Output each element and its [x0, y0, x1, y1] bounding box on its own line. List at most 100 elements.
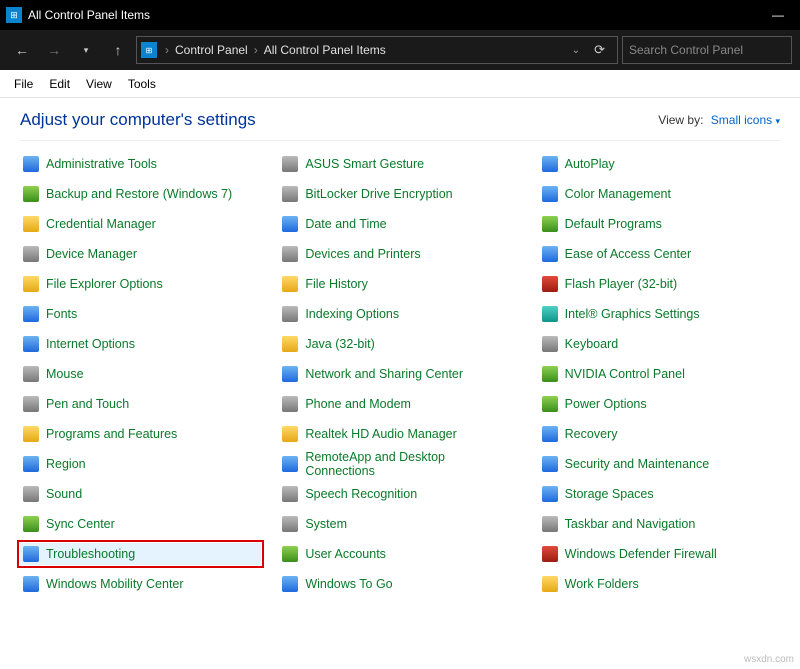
control-panel-item[interactable]: Windows Mobility Center — [20, 573, 261, 595]
control-panel-item[interactable]: Network and Sharing Center — [279, 363, 520, 385]
view-by-dropdown[interactable]: Small icons ▾ — [707, 113, 780, 127]
item-icon — [282, 486, 298, 502]
item-label: BitLocker Drive Encryption — [305, 187, 452, 201]
item-icon — [23, 456, 39, 472]
item-label: System — [305, 517, 347, 531]
item-label: Flash Player (32-bit) — [565, 277, 678, 291]
control-panel-item[interactable]: Speech Recognition — [279, 483, 520, 505]
control-panel-item[interactable]: Default Programs — [539, 213, 780, 235]
control-panel-item[interactable]: Recovery — [539, 423, 780, 445]
control-panel-item[interactable]: Date and Time — [279, 213, 520, 235]
control-panel-item[interactable]: Phone and Modem — [279, 393, 520, 415]
item-label: Realtek HD Audio Manager — [305, 427, 456, 441]
control-panel-item[interactable]: Work Folders — [539, 573, 780, 595]
item-label: Programs and Features — [46, 427, 177, 441]
control-panel-item[interactable]: Backup and Restore (Windows 7) — [20, 183, 261, 205]
control-panel-item[interactable]: Realtek HD Audio Manager — [279, 423, 520, 445]
item-icon — [23, 306, 39, 322]
navbar: ← → ▾ ↑ ⊞ › Control Panel › All Control … — [0, 30, 800, 70]
control-panel-item[interactable]: User Accounts — [279, 543, 520, 565]
back-button[interactable]: ← — [8, 36, 36, 64]
control-panel-item[interactable]: Device Manager — [20, 243, 261, 265]
item-label: Backup and Restore (Windows 7) — [46, 187, 232, 201]
control-panel-item[interactable]: Credential Manager — [20, 213, 261, 235]
item-label: File Explorer Options — [46, 277, 163, 291]
control-panel-item[interactable]: ASUS Smart Gesture — [279, 153, 520, 175]
item-icon — [282, 276, 298, 292]
menubar: File Edit View Tools — [0, 70, 800, 98]
control-panel-item[interactable]: Troubleshooting — [20, 543, 261, 565]
control-panel-item[interactable]: NVIDIA Control Panel — [539, 363, 780, 385]
control-panel-item[interactable]: Power Options — [539, 393, 780, 415]
menu-view[interactable]: View — [78, 73, 120, 95]
item-label: Windows Mobility Center — [46, 577, 184, 591]
control-panel-item[interactable]: Programs and Features — [20, 423, 261, 445]
control-panel-item[interactable]: RemoteApp and Desktop Connections — [279, 453, 520, 475]
window-title: All Control Panel Items — [28, 8, 756, 22]
control-panel-item[interactable]: Indexing Options — [279, 303, 520, 325]
control-panel-item[interactable]: Ease of Access Center — [539, 243, 780, 265]
control-panel-item[interactable]: Sync Center — [20, 513, 261, 535]
item-label: Administrative Tools — [46, 157, 157, 171]
breadcrumb-control-panel[interactable]: Control Panel — [171, 43, 252, 57]
item-icon — [542, 366, 558, 382]
address-bar[interactable]: ⊞ › Control Panel › All Control Panel It… — [136, 36, 618, 64]
control-panel-item[interactable]: Keyboard — [539, 333, 780, 355]
control-panel-item[interactable]: Mouse — [20, 363, 261, 385]
item-icon — [282, 516, 298, 532]
control-panel-icon: ⊞ — [141, 42, 157, 58]
up-button[interactable]: ↑ — [104, 36, 132, 64]
minimize-button[interactable]: — — [756, 0, 800, 30]
control-panel-item[interactable]: Administrative Tools — [20, 153, 261, 175]
item-icon — [282, 336, 298, 352]
control-panel-item[interactable]: Storage Spaces — [539, 483, 780, 505]
item-label: Date and Time — [305, 217, 386, 231]
recent-dropdown[interactable]: ▾ — [72, 36, 100, 64]
item-label: Windows To Go — [305, 577, 392, 591]
control-panel-item[interactable]: Security and Maintenance — [539, 453, 780, 475]
item-label: Region — [46, 457, 86, 471]
item-label: Intel® Graphics Settings — [565, 307, 700, 321]
item-label: RemoteApp and Desktop Connections — [305, 450, 517, 478]
address-history-dropdown[interactable]: ⌄ — [566, 45, 586, 56]
control-panel-item[interactable]: File Explorer Options — [20, 273, 261, 295]
item-label: Recovery — [565, 427, 618, 441]
divider — [20, 140, 780, 141]
item-label: Ease of Access Center — [565, 247, 691, 261]
control-panel-item[interactable]: Color Management — [539, 183, 780, 205]
item-icon — [23, 246, 39, 262]
item-label: Sync Center — [46, 517, 115, 531]
control-panel-item[interactable]: File History — [279, 273, 520, 295]
control-panel-item[interactable]: Windows Defender Firewall — [539, 543, 780, 565]
control-panel-item[interactable]: AutoPlay — [539, 153, 780, 175]
control-panel-item[interactable]: Flash Player (32-bit) — [539, 273, 780, 295]
menu-file[interactable]: File — [6, 73, 41, 95]
search-input[interactable]: Search Control Panel — [622, 36, 792, 64]
control-panel-item[interactable]: System — [279, 513, 520, 535]
item-icon — [23, 426, 39, 442]
view-by: View by: Small icons ▾ — [658, 113, 780, 127]
control-panel-item[interactable]: Pen and Touch — [20, 393, 261, 415]
control-panel-item[interactable]: Taskbar and Navigation — [539, 513, 780, 535]
item-label: User Accounts — [305, 547, 386, 561]
view-by-label: View by: — [658, 113, 703, 127]
menu-edit[interactable]: Edit — [41, 73, 78, 95]
item-icon — [282, 366, 298, 382]
control-panel-item[interactable]: Intel® Graphics Settings — [539, 303, 780, 325]
control-panel-item[interactable]: Devices and Printers — [279, 243, 520, 265]
control-panel-item[interactable]: Internet Options — [20, 333, 261, 355]
menu-tools[interactable]: Tools — [120, 73, 164, 95]
page-title: Adjust your computer's settings — [20, 110, 256, 130]
item-icon — [23, 546, 39, 562]
control-panel-item[interactable]: Windows To Go — [279, 573, 520, 595]
control-panel-item[interactable]: BitLocker Drive Encryption — [279, 183, 520, 205]
forward-button[interactable]: → — [40, 36, 68, 64]
control-panel-item[interactable]: Java (32-bit) — [279, 333, 520, 355]
breadcrumb-all-items[interactable]: All Control Panel Items — [260, 43, 390, 57]
control-panel-item[interactable]: Fonts — [20, 303, 261, 325]
refresh-button[interactable]: ⟳ — [586, 42, 613, 58]
control-panel-item[interactable]: Region — [20, 453, 261, 475]
control-panel-item[interactable]: Sound — [20, 483, 261, 505]
item-icon — [23, 186, 39, 202]
item-label: Default Programs — [565, 217, 662, 231]
